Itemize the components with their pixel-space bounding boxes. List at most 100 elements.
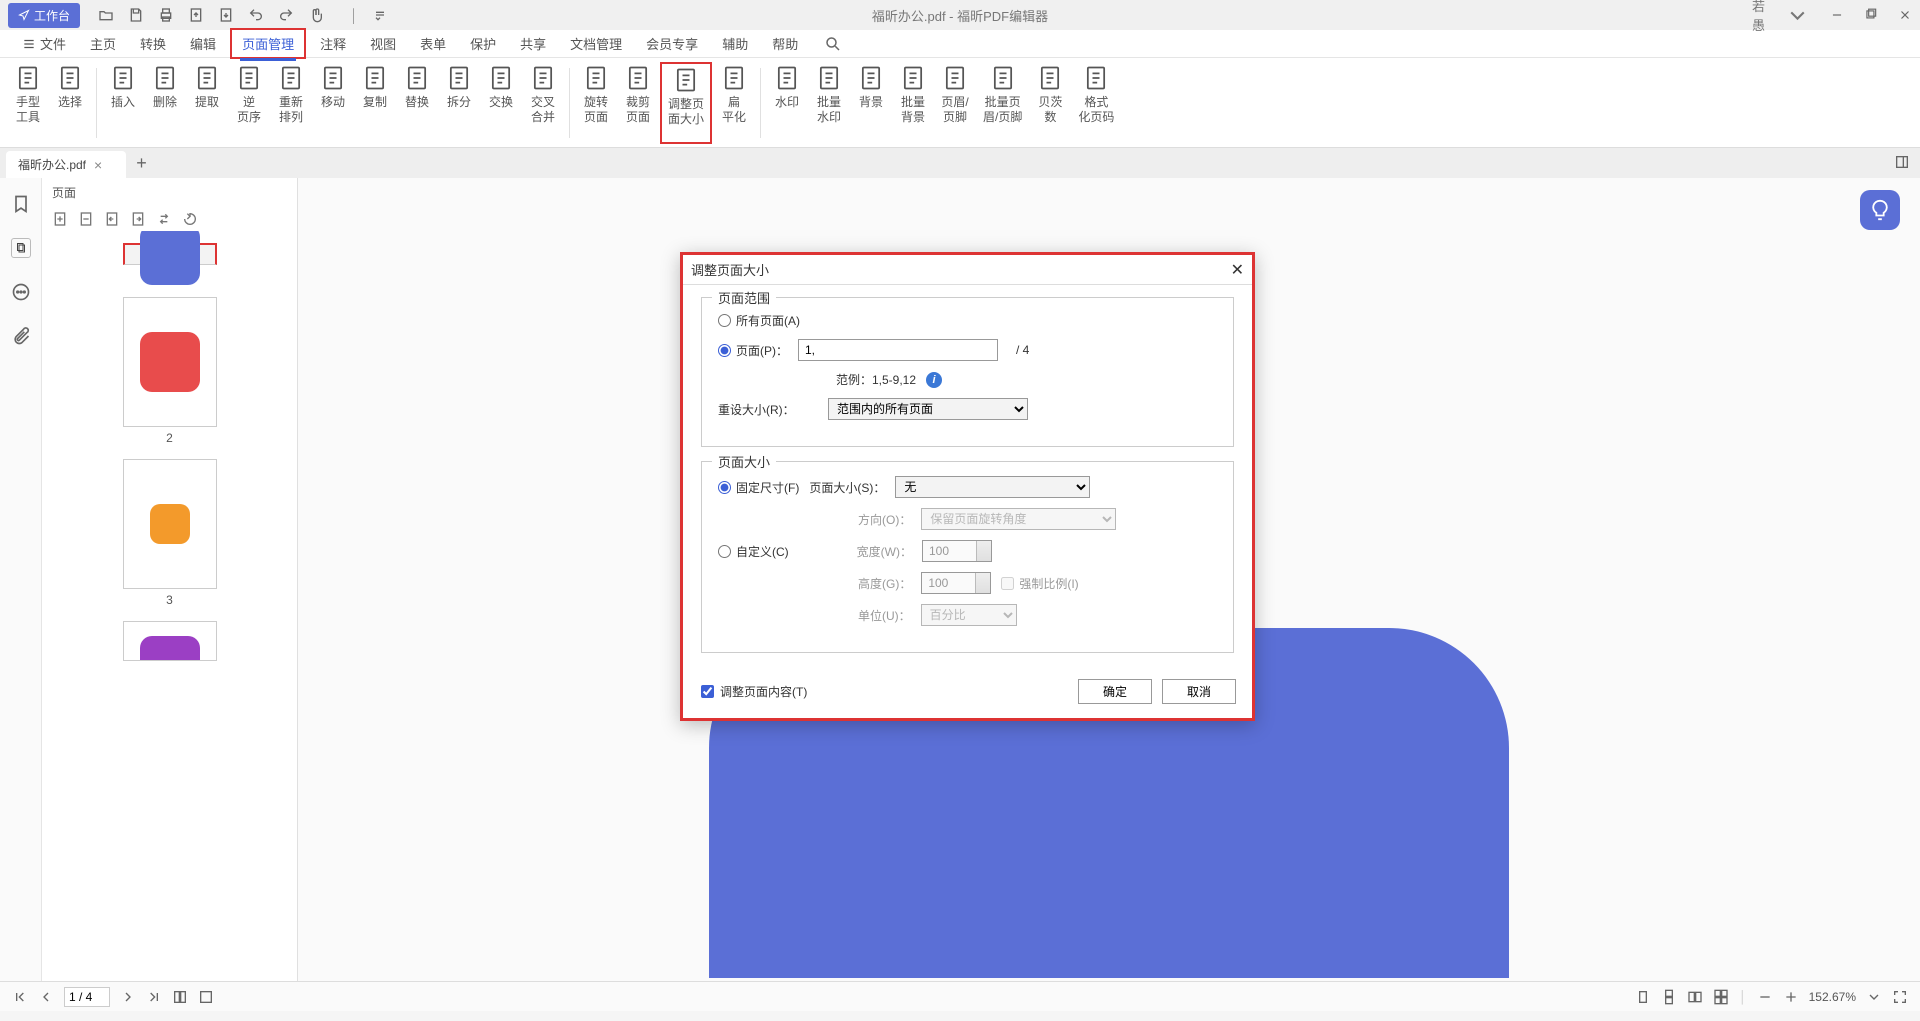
sb-icon-a[interactable]: [172, 989, 188, 1005]
ribbon-裁剪页面[interactable]: 裁剪页面: [618, 62, 658, 144]
ribbon-删除[interactable]: 删除: [145, 62, 185, 144]
page-thumb[interactable]: 2: [123, 297, 217, 445]
ribbon-提取[interactable]: 提取: [187, 62, 227, 144]
thumb-extract-icon[interactable]: [104, 211, 120, 227]
page-thumb[interactable]: 3: [123, 459, 217, 607]
sb-icon-b[interactable]: [198, 989, 214, 1005]
menu-文档管理[interactable]: 文档管理: [560, 30, 632, 57]
bookmark-icon[interactable]: [11, 194, 31, 214]
attachments-icon[interactable]: [11, 326, 31, 346]
collapse-panel-icon[interactable]: [1894, 154, 1910, 170]
ribbon-格式化页码[interactable]: 格式化页码: [1072, 62, 1120, 144]
thumb-delete-icon[interactable]: [78, 211, 94, 227]
ribbon-交叉合并[interactable]: 交叉合并: [523, 62, 563, 144]
doc-down-icon[interactable]: [218, 7, 234, 23]
ribbon-移动[interactable]: 移动: [313, 62, 353, 144]
document-tab[interactable]: 福昕办公.pdf ×: [6, 151, 126, 178]
menu-帮助[interactable]: 帮助: [762, 30, 808, 57]
ribbon-插入[interactable]: 插入: [103, 62, 143, 144]
menu-编辑[interactable]: 编辑: [180, 30, 226, 57]
ribbon-拆分[interactable]: 拆分: [439, 62, 479, 144]
tip-button[interactable]: [1860, 190, 1900, 230]
open-icon[interactable]: [98, 7, 114, 23]
zoom-in-icon[interactable]: [1783, 989, 1799, 1005]
pagesize-select[interactable]: 无: [895, 476, 1090, 498]
ribbon-替换[interactable]: 替换: [397, 62, 437, 144]
hand-drop-icon[interactable]: [308, 7, 324, 23]
print-icon[interactable]: [158, 7, 174, 23]
ribbon-水印[interactable]: 水印: [767, 62, 807, 144]
all-pages-radio[interactable]: 所有页面(A): [718, 312, 800, 329]
workspace-button[interactable]: 工作台: [8, 3, 80, 28]
ribbon-手型工具[interactable]: 手型工具: [8, 62, 48, 144]
page-number-input[interactable]: [64, 987, 110, 1007]
zoom-dropdown-icon[interactable]: [1866, 989, 1882, 1005]
ribbon-旋转页面[interactable]: 旋转页面: [576, 62, 616, 144]
cancel-button[interactable]: 取消: [1162, 679, 1236, 704]
user-name[interactable]: 若愚: [1752, 0, 1765, 34]
maximize-button[interactable]: [1864, 6, 1878, 24]
ribbon-背景[interactable]: 背景: [851, 62, 891, 144]
resize-select[interactable]: 范围内的所有页面: [828, 398, 1028, 420]
fixed-size-radio[interactable]: 固定尺寸(F): [718, 479, 799, 496]
view-cont-facing-icon[interactable]: [1713, 989, 1729, 1005]
ribbon-贝茨数[interactable]: 贝茨数: [1030, 62, 1070, 144]
pages-panel-icon[interactable]: [11, 238, 31, 258]
view-cont-icon[interactable]: [1661, 989, 1677, 1005]
menu-会员专享[interactable]: 会员专享: [636, 30, 708, 57]
menu-视图[interactable]: 视图: [360, 30, 406, 57]
menu-共享[interactable]: 共享: [510, 30, 556, 57]
thumb-rotate-icon[interactable]: [182, 211, 198, 227]
new-tab-button[interactable]: +: [126, 149, 157, 178]
ribbon-重新排列[interactable]: 重新排列: [271, 62, 311, 144]
last-page-icon[interactable]: [146, 989, 162, 1005]
close-button[interactable]: [1898, 6, 1912, 24]
chevron-down-icon[interactable]: [1785, 3, 1810, 28]
pages-radio[interactable]: 页面(P)：: [718, 342, 788, 359]
page-thumb[interactable]: [123, 621, 217, 661]
menu-主页[interactable]: 主页: [80, 30, 126, 57]
menu-注释[interactable]: 注释: [310, 30, 356, 57]
ribbon-复制[interactable]: 复制: [355, 62, 395, 144]
ribbon-页眉/页脚[interactable]: 页眉/页脚: [935, 62, 975, 144]
comments-icon[interactable]: [11, 282, 31, 302]
doc-up-icon[interactable]: [188, 7, 204, 23]
menu-辅助[interactable]: 辅助: [712, 30, 758, 57]
prev-page-icon[interactable]: [38, 989, 54, 1005]
undo-icon[interactable]: [248, 7, 264, 23]
menu-表单[interactable]: 表单: [410, 30, 456, 57]
next-page-icon[interactable]: [120, 989, 136, 1005]
ribbon-调整页面大小[interactable]: 调整页面大小: [660, 62, 712, 144]
zoom-out-icon[interactable]: [1757, 989, 1773, 1005]
view-facing-icon[interactable]: [1687, 989, 1703, 1005]
ok-button[interactable]: 确定: [1078, 679, 1152, 704]
minimize-button[interactable]: [1830, 6, 1844, 24]
ribbon-选择[interactable]: 选择: [50, 62, 90, 144]
ribbon-批量水印[interactable]: 批量水印: [809, 62, 849, 144]
close-tab-icon[interactable]: ×: [94, 157, 102, 173]
ribbon-批量背景[interactable]: 批量背景: [893, 62, 933, 144]
custom-size-radio[interactable]: 自定义(C): [718, 543, 789, 560]
thumb-replace-icon[interactable]: [130, 211, 146, 227]
adjust-content-checkbox[interactable]: 调整页面内容(T): [701, 683, 807, 700]
pages-input[interactable]: [798, 339, 998, 361]
first-page-icon[interactable]: [12, 989, 28, 1005]
thumb-swap-icon[interactable]: [156, 211, 172, 227]
thumb-insert-icon[interactable]: [52, 211, 68, 227]
menu-file[interactable]: 文件: [12, 30, 76, 57]
search-icon[interactable]: [824, 35, 842, 53]
menu-转换[interactable]: 转换: [130, 30, 176, 57]
page-thumb[interactable]: 1: [123, 243, 217, 283]
overflow-icon[interactable]: [372, 7, 388, 23]
dialog-close-icon[interactable]: ✕: [1231, 260, 1244, 280]
menu-保护[interactable]: 保护: [460, 30, 506, 57]
ribbon-批量页眉/页脚[interactable]: 批量页眉/页脚: [977, 62, 1028, 144]
menu-页面管理[interactable]: 页面管理: [230, 28, 306, 59]
ribbon-扁平化[interactable]: 扁平化: [714, 62, 754, 144]
ribbon-交换[interactable]: 交换: [481, 62, 521, 144]
info-icon[interactable]: i: [926, 372, 942, 388]
fullscreen-icon[interactable]: [1892, 989, 1908, 1005]
redo-icon[interactable]: [278, 7, 294, 23]
ribbon-逆页序[interactable]: 逆页序: [229, 62, 269, 144]
view-single-icon[interactable]: [1635, 989, 1651, 1005]
